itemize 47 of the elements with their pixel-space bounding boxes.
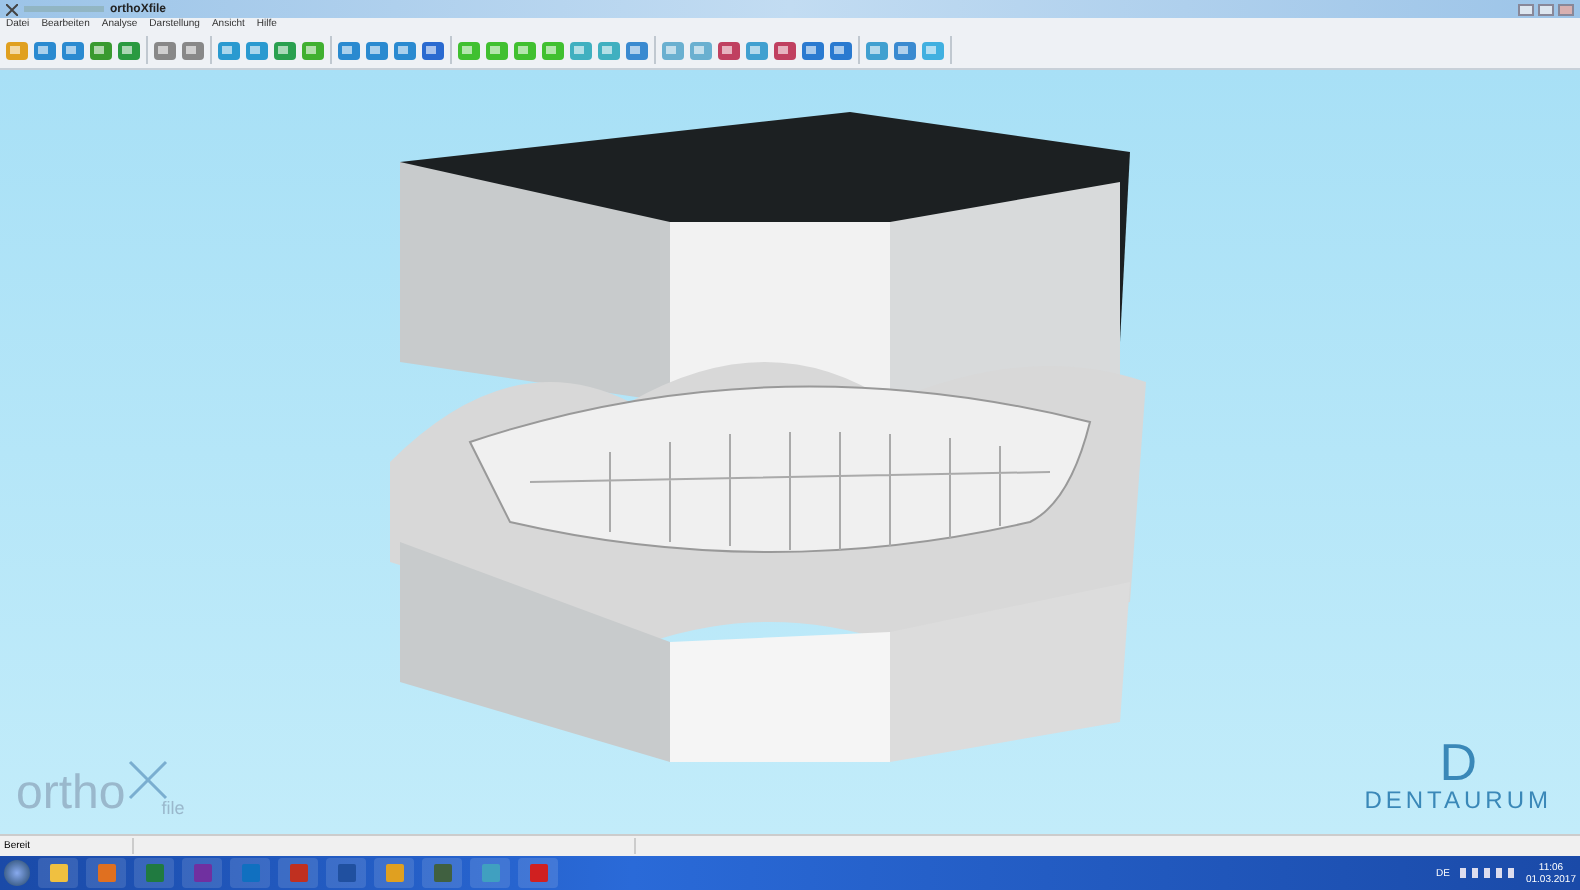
taskbar-icon[interactable] bbox=[470, 858, 510, 888]
taskbar-icon[interactable] bbox=[422, 858, 462, 888]
toolbar-icon[interactable] bbox=[392, 37, 418, 63]
toolbar-icon[interactable] bbox=[660, 37, 686, 63]
toolbar-icon[interactable] bbox=[60, 37, 86, 63]
toolbar-icon[interactable] bbox=[88, 37, 114, 63]
toolbar-icon[interactable] bbox=[596, 37, 622, 63]
tray-icons[interactable] bbox=[1459, 868, 1516, 878]
toolbar-icon[interactable] bbox=[772, 37, 798, 63]
taskbar-icon[interactable] bbox=[374, 858, 414, 888]
taskbar-icon[interactable] bbox=[182, 858, 222, 888]
close-button[interactable] bbox=[1558, 3, 1574, 15]
toolbar-icon[interactable] bbox=[300, 37, 326, 63]
toolbar-icon[interactable] bbox=[688, 37, 714, 63]
toolbar-icon[interactable] bbox=[364, 37, 390, 63]
toolbar-icon[interactable] bbox=[828, 37, 854, 63]
toolbar-icon[interactable] bbox=[540, 37, 566, 63]
toolbar-icon[interactable] bbox=[892, 37, 918, 63]
toolbar-icon[interactable] bbox=[336, 37, 362, 63]
toolbar-icon[interactable] bbox=[32, 37, 58, 63]
toolbar-icon[interactable] bbox=[420, 37, 446, 63]
taskbar-icon[interactable] bbox=[86, 858, 126, 888]
blurred-text bbox=[24, 6, 104, 12]
toolbar-icon[interactable] bbox=[4, 37, 30, 63]
toolbar-icon[interactable] bbox=[180, 37, 206, 63]
toolbar-icon[interactable] bbox=[456, 37, 482, 63]
toolbar-icon[interactable] bbox=[744, 37, 770, 63]
toolbar-icon[interactable] bbox=[484, 37, 510, 63]
minimize-button[interactable] bbox=[1518, 3, 1534, 15]
toolbar-icon[interactable] bbox=[152, 37, 178, 63]
start-button[interactable] bbox=[4, 860, 30, 886]
toolbar-icon[interactable] bbox=[864, 37, 890, 63]
toolbar-icon[interactable] bbox=[920, 37, 946, 63]
toolbar-icon[interactable] bbox=[716, 37, 742, 63]
toolbar-icon[interactable] bbox=[272, 37, 298, 63]
dentaurum-logo: D DENTAURUM bbox=[1364, 738, 1552, 814]
toolbar-icon[interactable] bbox=[624, 37, 650, 63]
taskbar-icon[interactable] bbox=[326, 858, 366, 888]
toolbar-icon[interactable] bbox=[244, 37, 270, 63]
toolbar-icon[interactable] bbox=[800, 37, 826, 63]
toolbar-icon[interactable] bbox=[216, 37, 242, 63]
toolbar-icon[interactable] bbox=[512, 37, 538, 63]
toolbar-icon[interactable] bbox=[568, 37, 594, 63]
maximize-button[interactable] bbox=[1538, 3, 1554, 15]
app-icon bbox=[6, 3, 18, 15]
toolbar-icon[interactable] bbox=[116, 37, 142, 63]
taskbar-icon[interactable] bbox=[38, 858, 78, 888]
